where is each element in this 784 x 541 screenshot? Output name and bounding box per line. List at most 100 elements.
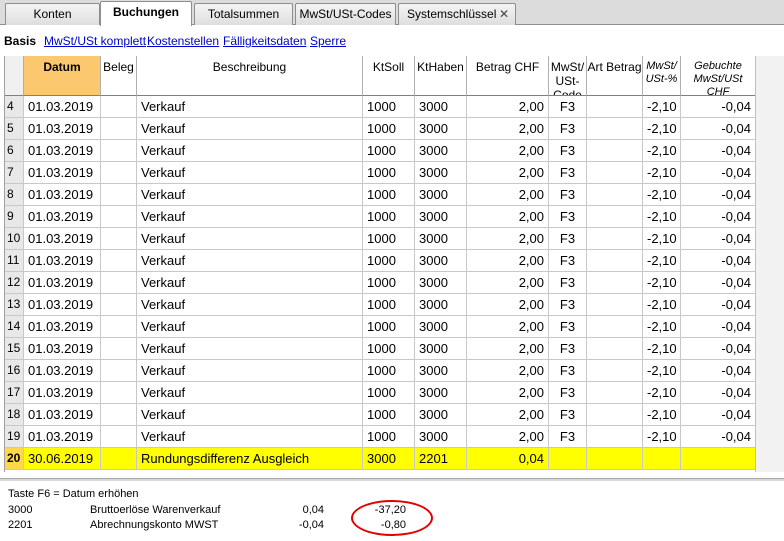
cell-mwst-prozent[interactable]: -2,10	[643, 426, 681, 448]
cell-mwst-prozent[interactable]: -2,10	[643, 162, 681, 184]
cell-beschreibung[interactable]: Verkauf	[137, 426, 363, 448]
cell-beschreibung[interactable]: Verkauf	[137, 228, 363, 250]
table-row[interactable]: 19 01.03.2019 Verkauf 1000 3000 2,00 F3 -2,10 -0…	[5, 426, 756, 448]
cell-datum[interactable]: 01.03.2019	[24, 294, 101, 316]
cell-kthaben[interactable]: 2201	[415, 448, 467, 470]
cell-mwst-code[interactable]: F3	[549, 162, 587, 184]
tab-mwst-codes[interactable]: MwSt/USt-Codes	[295, 3, 396, 25]
cell-mwst-code[interactable]: F3	[549, 140, 587, 162]
row-number[interactable]: 14	[5, 316, 24, 338]
cell-beschreibung[interactable]: Verkauf	[137, 118, 363, 140]
row-number[interactable]: 6	[5, 140, 24, 162]
cell-kthaben[interactable]: 3000	[415, 360, 467, 382]
cell-mwst-prozent[interactable]: -2,10	[643, 294, 681, 316]
table-row[interactable]: 12 01.03.2019 Verkauf 1000 3000 2,00 F3 -2,10 -0…	[5, 272, 756, 294]
cell-mwst-code[interactable]: F3	[549, 360, 587, 382]
cell-mwst-code[interactable]: F3	[549, 382, 587, 404]
cell-ktsoll[interactable]: 1000	[363, 140, 415, 162]
cell-ktsoll[interactable]: 1000	[363, 316, 415, 338]
vertical-scrollbar[interactable]	[755, 56, 784, 472]
cell-betrag[interactable]: 2,00	[467, 404, 549, 426]
cell-beschreibung[interactable]: Verkauf	[137, 360, 363, 382]
cell-art-betrag[interactable]	[587, 360, 643, 382]
table-row[interactable]: 11 01.03.2019 Verkauf 1000 3000 2,00 F3 -2,10 -0…	[5, 250, 756, 272]
cell-gebuchte-mwst[interactable]: -0,04	[681, 140, 756, 162]
cell-beschreibung[interactable]: Verkauf	[137, 162, 363, 184]
tab-konten[interactable]: Konten	[5, 3, 100, 25]
cell-ktsoll[interactable]: 1000	[363, 184, 415, 206]
cell-mwst-prozent[interactable]: -2,10	[643, 140, 681, 162]
cell-betrag[interactable]: 2,00	[467, 294, 549, 316]
cell-mwst-code[interactable]: F3	[549, 316, 587, 338]
cell-mwst-prozent[interactable]: -2,10	[643, 184, 681, 206]
cell-mwst-prozent[interactable]: -2,10	[643, 118, 681, 140]
cell-art-betrag[interactable]	[587, 294, 643, 316]
row-number[interactable]: 16	[5, 360, 24, 382]
cell-gebuchte-mwst[interactable]: -0,04	[681, 228, 756, 250]
table-row[interactable]: 15 01.03.2019 Verkauf 1000 3000 2,00 F3 -2,10 -0…	[5, 338, 756, 360]
header-betrag[interactable]: Betrag CHF	[467, 56, 549, 96]
cell-beleg[interactable]	[101, 140, 137, 162]
cell-mwst-code[interactable]	[549, 448, 587, 470]
header-mwst-code[interactable]: MwSt/ USt-Code	[549, 56, 587, 96]
cell-art-betrag[interactable]	[587, 206, 643, 228]
cell-kthaben[interactable]: 3000	[415, 404, 467, 426]
cell-art-betrag[interactable]	[587, 184, 643, 206]
cell-mwst-code[interactable]: F3	[549, 338, 587, 360]
cell-ktsoll[interactable]: 1000	[363, 162, 415, 184]
cell-datum[interactable]: 01.03.2019	[24, 360, 101, 382]
cell-beleg[interactable]	[101, 382, 137, 404]
cell-kthaben[interactable]: 3000	[415, 272, 467, 294]
cell-beschreibung[interactable]: Verkauf	[137, 184, 363, 206]
cell-beleg[interactable]	[101, 294, 137, 316]
view-basis[interactable]: Basis	[4, 34, 36, 48]
cell-betrag[interactable]: 2,00	[467, 206, 549, 228]
cell-mwst-prozent[interactable]: -2,10	[643, 250, 681, 272]
cell-mwst-code[interactable]: F3	[549, 96, 587, 118]
row-number[interactable]: 12	[5, 272, 24, 294]
cell-art-betrag[interactable]	[587, 96, 643, 118]
cell-gebuchte-mwst[interactable]: -0,04	[681, 316, 756, 338]
cell-betrag[interactable]: 2,00	[467, 316, 549, 338]
cell-art-betrag[interactable]	[587, 448, 643, 470]
cell-mwst-prozent[interactable]	[643, 448, 681, 470]
cell-gebuchte-mwst[interactable]: -0,04	[681, 250, 756, 272]
close-icon[interactable]: ✕	[499, 4, 509, 24]
cell-art-betrag[interactable]	[587, 382, 643, 404]
cell-gebuchte-mwst[interactable]: -0,04	[681, 426, 756, 448]
row-number[interactable]: 17	[5, 382, 24, 404]
cell-beschreibung[interactable]: Verkauf	[137, 96, 363, 118]
cell-ktsoll[interactable]: 1000	[363, 272, 415, 294]
cell-beschreibung[interactable]: Verkauf	[137, 206, 363, 228]
cell-betrag[interactable]: 2,00	[467, 228, 549, 250]
cell-beschreibung[interactable]: Verkauf	[137, 316, 363, 338]
cell-art-betrag[interactable]	[587, 316, 643, 338]
cell-kthaben[interactable]: 3000	[415, 250, 467, 272]
cell-kthaben[interactable]: 3000	[415, 426, 467, 448]
cell-datum[interactable]: 01.03.2019	[24, 316, 101, 338]
cell-betrag[interactable]: 2,00	[467, 184, 549, 206]
table-row[interactable]: 6 01.03.2019 Verkauf 1000 3000 2,00 F3 -2,10 -0,…	[5, 140, 756, 162]
cell-beleg[interactable]	[101, 184, 137, 206]
cell-ktsoll[interactable]: 1000	[363, 118, 415, 140]
cell-datum[interactable]: 01.03.2019	[24, 250, 101, 272]
cell-beleg[interactable]	[101, 228, 137, 250]
cell-mwst-prozent[interactable]: -2,10	[643, 404, 681, 426]
cell-beleg[interactable]	[101, 360, 137, 382]
table-row[interactable]: 13 01.03.2019 Verkauf 1000 3000 2,00 F3 -2,10 -0…	[5, 294, 756, 316]
cell-mwst-prozent[interactable]: -2,10	[643, 272, 681, 294]
cell-gebuchte-mwst[interactable]: -0,04	[681, 338, 756, 360]
cell-kthaben[interactable]: 3000	[415, 184, 467, 206]
cell-gebuchte-mwst[interactable]: -0,04	[681, 360, 756, 382]
cell-beschreibung[interactable]: Verkauf	[137, 338, 363, 360]
cell-beschreibung[interactable]: Verkauf	[137, 272, 363, 294]
cell-gebuchte-mwst[interactable]: -0,04	[681, 294, 756, 316]
table-row[interactable]: 4 01.03.2019 Verkauf 1000 3000 2,00 F3 -2,10 -0,…	[5, 96, 756, 118]
cell-art-betrag[interactable]	[587, 140, 643, 162]
cell-mwst-prozent[interactable]: -2,10	[643, 382, 681, 404]
table-row[interactable]: 20 30.06.2019 Rundungsdifferenz Ausgleich 3…	[5, 448, 756, 470]
table-row[interactable]: 18 01.03.2019 Verkauf 1000 3000 2,00 F3 -2,10 -0…	[5, 404, 756, 426]
row-number[interactable]: 15	[5, 338, 24, 360]
cell-betrag[interactable]: 2,00	[467, 338, 549, 360]
cell-gebuchte-mwst[interactable]: -0,04	[681, 96, 756, 118]
